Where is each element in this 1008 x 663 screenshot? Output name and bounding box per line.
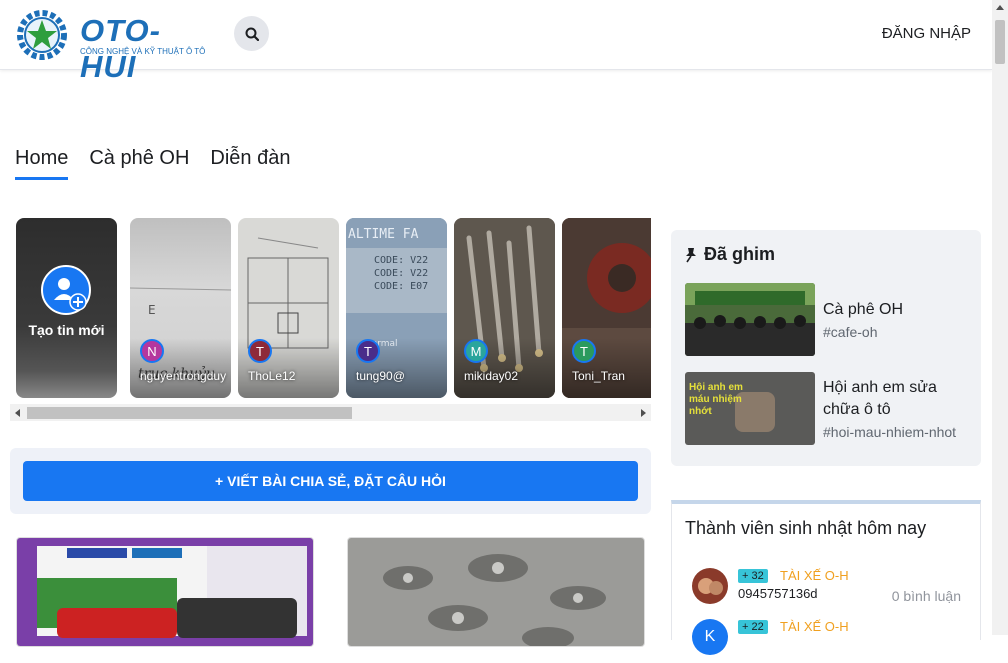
avatar[interactable]: K: [692, 619, 728, 655]
tab-cafe-oh[interactable]: Cà phê OH: [89, 147, 189, 180]
scroll-up-arrow-icon[interactable]: [996, 5, 1004, 10]
search-button[interactable]: [234, 16, 269, 51]
site-logo[interactable]: OTO-HUI CÔNG NGHỆ VÀ KỸ THUẬT Ô TÔ: [12, 9, 217, 84]
pinned-title-label: Đã ghim: [704, 244, 776, 264]
stories-strip: Tạo tin mới E truc khuỷu N nguyentrongdu…: [10, 218, 651, 399]
login-link[interactable]: ĐĂNG NHẬP: [882, 25, 971, 42]
member-badge: + 22: [738, 620, 768, 634]
svg-text:CODE: E07: CODE: E07: [374, 281, 428, 292]
avatar-image: [692, 568, 728, 604]
member-rank: TÀI XẾ O-H: [780, 619, 849, 634]
story-card[interactable]: T ThoLe12: [238, 218, 339, 398]
scroll-left-arrow-icon[interactable]: [15, 409, 20, 417]
pinned-item-tag: #hoi-mau-nhiem-nhot: [823, 424, 957, 440]
pinned-panel: Đã ghim Cà phê OH #cafe-oh Hội anh em má…: [671, 230, 981, 466]
story-name: mikiday02: [464, 369, 519, 383]
story-card[interactable]: ALTIME FA CODE: V22 CODE: V22 CODE: E07 …: [346, 218, 447, 398]
member-comment-count: 0 bình luận: [891, 588, 961, 604]
create-story-avatar: [41, 265, 91, 315]
pinned-item-tag: #cafe-oh: [823, 324, 878, 340]
story-name: ThoLe12: [248, 369, 296, 383]
story-avatar: T: [572, 339, 596, 363]
search-icon: [245, 27, 259, 41]
tab-forum[interactable]: Diễn đàn: [210, 147, 290, 180]
pinned-thumb: [685, 283, 815, 356]
create-story-card[interactable]: Tạo tin mới: [16, 218, 117, 398]
member-badge: + 32: [738, 569, 768, 583]
scroll-right-arrow-icon[interactable]: [641, 409, 646, 417]
story-card[interactable]: M mikiday02: [454, 218, 555, 398]
birthday-panel: Thành viên sinh nhật hôm nay + 32 TÀI XẾ…: [671, 500, 981, 655]
story-name: Toni_Tran: [572, 369, 625, 383]
pinned-title: Đã ghim: [684, 244, 775, 265]
member-item[interactable]: K + 22 TÀI XẾ O-H: [692, 619, 977, 663]
scrollbar-thumb[interactable]: [995, 20, 1005, 64]
stories-scrollbar-thumb[interactable]: [27, 407, 352, 419]
member-name[interactable]: 0945757136d: [738, 586, 818, 601]
post-card[interactable]: [16, 537, 314, 647]
svg-text:CODE: V22: CODE: V22: [374, 268, 428, 279]
story-avatar: T: [356, 339, 380, 363]
story-name: tung90@: [356, 369, 405, 383]
story-card[interactable]: E truc khuỷu N nguyentrongduy: [130, 218, 231, 398]
post-image: [17, 538, 313, 646]
create-story-label: Tạo tin mới: [28, 322, 105, 338]
gear-star-logo-icon: [17, 10, 67, 60]
svg-text:CODE: V22: CODE: V22: [374, 255, 428, 266]
pin-icon: [686, 247, 696, 262]
stories-scrollbar[interactable]: [10, 404, 651, 421]
pinned-thumb-text: Hội anh em máu nhiệm nhớt: [689, 382, 743, 417]
story-name: nguyentrongduy: [140, 369, 227, 383]
story-avatar: N: [140, 339, 164, 363]
page-scrollbar[interactable]: [992, 0, 1008, 635]
member-rank: TÀI XẾ O-H: [780, 568, 849, 583]
svg-text:E: E: [148, 303, 156, 317]
birthday-title: Thành viên sinh nhật hôm nay: [685, 518, 927, 538]
compose-box: + VIẾT BÀI CHIA SẺ, ĐẶT CÂU HỎI: [10, 448, 651, 514]
member-item[interactable]: + 32 TÀI XẾ O-H 0945757136d 0 bình luận: [692, 568, 977, 612]
top-header: OTO-HUI CÔNG NGHỆ VÀ KỸ THUẬT Ô TÔ ĐĂNG …: [0, 0, 992, 84]
pinned-item[interactable]: Hội anh em máu nhiệm nhớt Hội anh em sửa…: [685, 372, 975, 446]
story-card[interactable]: T Toni_Tran: [562, 218, 651, 398]
pinned-image: [685, 283, 815, 356]
story-avatar: M: [464, 339, 488, 363]
svg-text:ALTIME FA: ALTIME FA: [348, 227, 419, 242]
pinned-item-name: Hội anh em sửa chữa ô tô: [823, 379, 937, 418]
logo-subtitle: CÔNG NGHỆ VÀ KỸ THUẬT Ô TÔ: [80, 47, 206, 56]
main-tabs: Home Cà phê OH Diễn đàn: [15, 147, 290, 180]
story-avatar: T: [248, 339, 272, 363]
pinned-item[interactable]: Cà phê OH #cafe-oh: [685, 283, 975, 357]
create-post-button[interactable]: + VIẾT BÀI CHIA SẺ, ĐẶT CÂU HỎI: [23, 461, 638, 501]
add-user-icon: [54, 278, 87, 311]
tab-home[interactable]: Home: [15, 147, 69, 180]
pinned-item-name: Cà phê OH: [823, 301, 904, 318]
avatar[interactable]: [692, 568, 728, 604]
post-image: [348, 538, 644, 646]
pinned-thumb: Hội anh em máu nhiệm nhớt: [685, 372, 815, 445]
post-card[interactable]: [347, 537, 645, 647]
